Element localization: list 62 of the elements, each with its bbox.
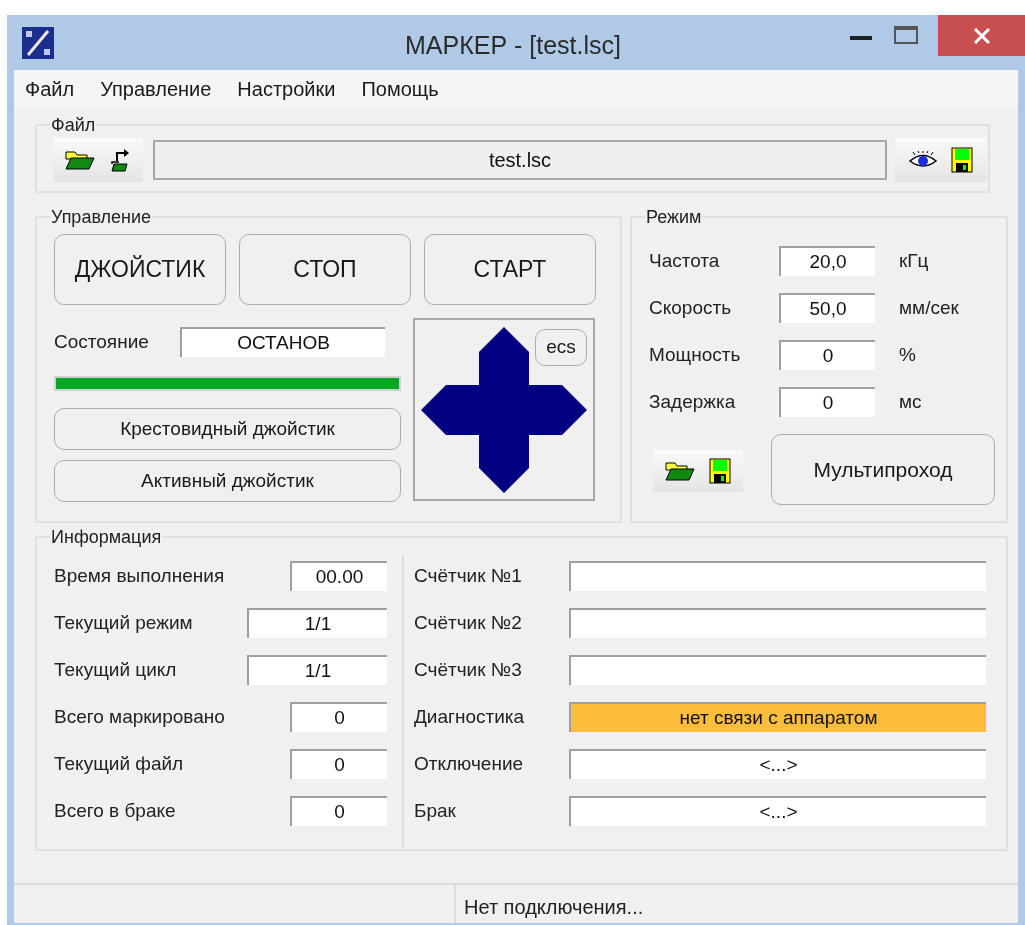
group-title: Файл xyxy=(50,115,97,135)
info-label: Отключение xyxy=(414,751,525,776)
info-label: Диагностика xyxy=(414,704,526,729)
esc-button[interactable]: ecs xyxy=(535,329,587,366)
close-button[interactable] xyxy=(938,15,1025,56)
info-label: Время выполнения xyxy=(54,563,225,588)
eye-icon[interactable] xyxy=(909,151,937,169)
parameter-field[interactable]: 20,0 xyxy=(779,246,875,276)
minimize-icon xyxy=(849,35,872,40)
parameter-label: Мощность xyxy=(649,342,742,367)
info-field: <...> xyxy=(569,796,986,826)
menu-item[interactable]: Настройки xyxy=(237,73,336,104)
info-field: 0 xyxy=(290,702,387,732)
info-label: Всего маркировано xyxy=(54,704,225,729)
parameter-label: Задержка xyxy=(649,389,737,414)
control-button[interactable]: ДЖОЙСТИК xyxy=(54,234,226,305)
folder-arrow-icon[interactable] xyxy=(109,147,131,173)
joystick-mode-button[interactable]: Крестовидный джойстик xyxy=(54,408,401,450)
status-text: Нет подключения... xyxy=(464,895,644,920)
unit-label: кГц xyxy=(899,248,929,273)
menu-item[interactable]: Файл xyxy=(25,73,75,104)
parameter-field[interactable]: 50,0 xyxy=(779,293,875,323)
unit-label: мм/сек xyxy=(899,295,959,320)
folder-icon[interactable] xyxy=(65,150,95,170)
window-title: МАРКЕР - [test.lsc] xyxy=(405,30,621,61)
info-field: <...> xyxy=(569,749,986,779)
info-field: 1/1 xyxy=(247,655,387,685)
maximize-icon xyxy=(893,26,918,44)
multipass-button[interactable]: Мультипроход xyxy=(771,434,995,505)
parameter-label: Скорость xyxy=(649,295,733,320)
parameter-label: Частота xyxy=(649,248,721,273)
info-label: Брак xyxy=(414,798,457,823)
info-field: 00.00 xyxy=(290,561,387,591)
menu-item[interactable]: Помощь xyxy=(361,73,439,104)
info-label: Текущий режим xyxy=(54,610,193,635)
info-field: 0 xyxy=(290,796,387,826)
file-name-field[interactable]: test.lsc xyxy=(153,140,887,180)
info-label: Счётчик №1 xyxy=(414,563,523,588)
control-button[interactable]: СТАРТ xyxy=(424,234,596,305)
info-label: Текущий цикл xyxy=(54,657,177,682)
group-title: Управление xyxy=(50,207,153,227)
info-label: Счётчик №3 xyxy=(414,657,523,682)
info-label: Текущий файл xyxy=(54,751,184,776)
unit-label: % xyxy=(899,342,916,367)
parameter-field[interactable]: 0 xyxy=(779,387,875,417)
info-field: 1/1 xyxy=(247,608,387,638)
joystick-mode-button[interactable]: Активный джойстик xyxy=(54,460,401,502)
control-button[interactable]: СТОП xyxy=(239,234,411,305)
info-label: Всего в браке xyxy=(54,798,176,823)
group-title: Режим xyxy=(645,207,703,227)
folder-icon[interactable] xyxy=(665,460,695,481)
info-field: нет связи с аппаратом xyxy=(569,702,986,732)
app-logo-icon xyxy=(22,26,54,59)
state-label: Состояние xyxy=(54,329,150,354)
state-field: ОСТАНОВ xyxy=(180,327,385,357)
group-title: Информация xyxy=(50,527,163,547)
info-label: Счётчик №2 xyxy=(414,610,523,635)
menu-item[interactable]: Управление xyxy=(100,73,212,104)
parameter-field[interactable]: 0 xyxy=(779,340,875,370)
close-icon xyxy=(972,26,991,45)
info-field: 0 xyxy=(290,749,387,779)
unit-label: мс xyxy=(899,389,922,414)
